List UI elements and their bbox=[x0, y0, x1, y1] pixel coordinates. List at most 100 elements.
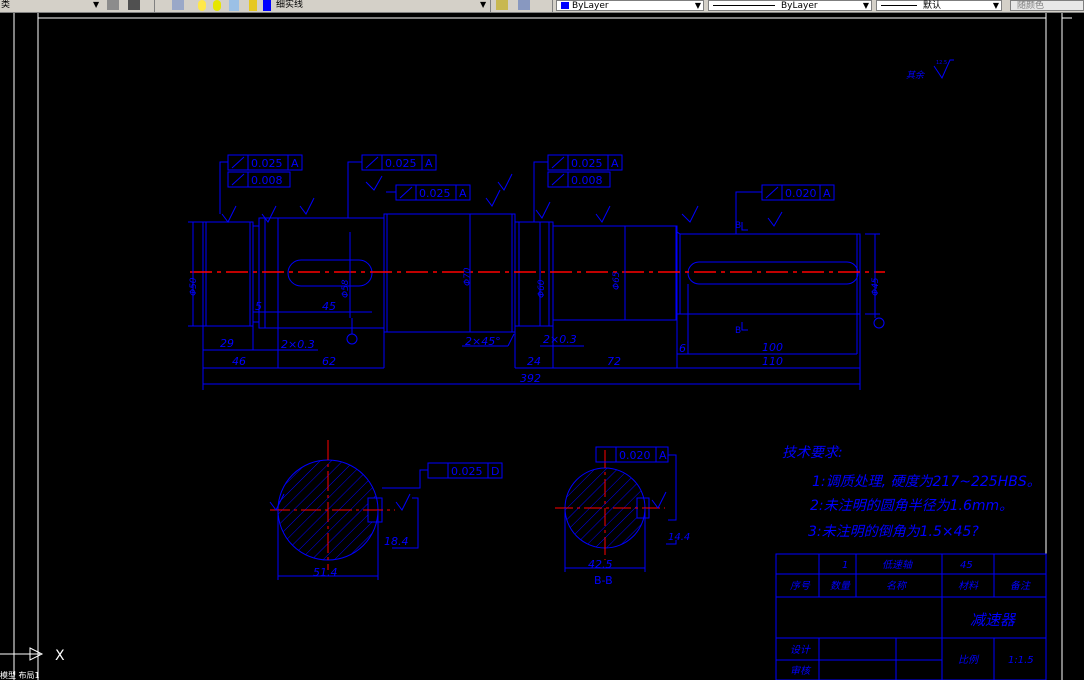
ucs-x-label: X bbox=[55, 648, 65, 664]
dropdown-arrow-icon: ▼ bbox=[862, 1, 869, 10]
gdt-runout-1-value: 0.025 bbox=[251, 157, 283, 170]
lineweight-control-dropdown[interactable]: 默认 ▼ bbox=[876, 0, 1002, 11]
dropdown-arrow-icon: ▼ bbox=[992, 1, 999, 10]
plotstyle-control-value: 随颜色 bbox=[1017, 1, 1045, 11]
layer-match-icon[interactable] bbox=[518, 0, 530, 10]
tb-qty: 1 bbox=[842, 560, 848, 571]
line-sample-icon bbox=[713, 5, 775, 6]
roughness-note-label: 其余 bbox=[906, 70, 925, 81]
gdt-cyl-2-value: 0.008 bbox=[571, 174, 603, 187]
dim-24: 24 bbox=[527, 355, 541, 368]
layer-on-bulb-icon[interactable] bbox=[198, 0, 206, 11]
tb-scale-label: 比例 bbox=[958, 654, 980, 666]
tech-line-3: 3:未注明的倒角为1.5×45? bbox=[808, 524, 979, 540]
tb-h-name: 名称 bbox=[886, 580, 908, 592]
tb-assembly-name: 减速器 bbox=[970, 611, 1017, 629]
tech-line-1: 1:调质处理, 硬度为217~225HBS。 bbox=[812, 474, 1041, 490]
tb-h-seq: 序号 bbox=[790, 580, 811, 592]
roughness-note: 其余 12.5 bbox=[906, 59, 954, 81]
dim-cs-c-width: 51.4 bbox=[313, 566, 338, 579]
gdt-runout-1-datum: A bbox=[291, 157, 299, 170]
gdt-sym-b-datum: A bbox=[659, 449, 667, 462]
tb-part-name: 低速轴 bbox=[882, 559, 913, 571]
properties-toolbar: 类 ▼ 细实线 ▼ ByLayer ▼ ByLayer ▼ 默认 ▼ 随颜色 bbox=[0, 0, 1084, 13]
dim-100: 100 bbox=[762, 341, 783, 354]
gdt-runout-4-datum: A bbox=[611, 157, 619, 170]
drawing-canvas[interactable]: 其余 12.5 29 46 5 45 2×0.3 62 2×45° 24 2×0… bbox=[0, 13, 1084, 680]
ucs-icon: X bbox=[0, 647, 65, 664]
layer-color-swatch-icon bbox=[263, 0, 271, 11]
shaft-segment-3 bbox=[383, 213, 516, 333]
tb-design-label: 设计 bbox=[790, 644, 811, 656]
gdt-runout-5-datum: A bbox=[823, 187, 831, 200]
dim-cs-b-key: 14.4 bbox=[668, 532, 690, 543]
tb-h-qty: 数量 bbox=[830, 580, 851, 592]
dim-72: 72 bbox=[607, 355, 621, 368]
section-b-label: B-B bbox=[594, 574, 613, 587]
dropdown-arrow-icon: ▼ bbox=[694, 1, 701, 10]
shaft-segment-4 bbox=[514, 221, 554, 327]
linetype-control-dropdown[interactable]: ByLayer ▼ bbox=[708, 0, 872, 11]
layer-states-icon[interactable] bbox=[107, 0, 119, 10]
drawing-area[interactable]: 其余 12.5 29 46 5 45 2×0.3 62 2×45° 24 2×0… bbox=[0, 13, 1084, 680]
tb-scale-value: 1:1.5 bbox=[1008, 655, 1034, 666]
dim-2x45: 2×45° bbox=[465, 335, 501, 348]
gdt-cyl-1-value: 0.008 bbox=[251, 174, 283, 187]
tb-h-material: 材料 bbox=[958, 580, 979, 592]
dim-cs-c-key: 18.4 bbox=[384, 535, 409, 548]
tb-check-label: 审核 bbox=[790, 665, 812, 677]
line-sample-icon bbox=[881, 5, 917, 6]
dropdown-arrow-icon[interactable]: ▼ bbox=[480, 0, 486, 11]
layer-previous-icon[interactable] bbox=[128, 0, 140, 10]
tb-material: 45 bbox=[960, 560, 973, 571]
dim-cs-b-width: 42.5 bbox=[588, 558, 613, 571]
dim-dia70: Φ70 bbox=[463, 267, 473, 286]
gdt-runout-3-datum: A bbox=[459, 187, 467, 200]
layer-name-text: 类 bbox=[1, 0, 11, 10]
make-current-layer-icon[interactable] bbox=[496, 0, 508, 10]
dim-2x03-a: 2×0.3 bbox=[281, 338, 315, 351]
dim-392: 392 bbox=[520, 372, 541, 385]
dim-29: 29 bbox=[220, 337, 234, 350]
gdt-runout-2-datum: A bbox=[425, 157, 433, 170]
freeze-sun-icon[interactable] bbox=[213, 0, 221, 11]
shaft-segment-1 bbox=[202, 221, 254, 327]
dim-dia65: Φ65 bbox=[612, 271, 622, 290]
color-control-dropdown[interactable]: ByLayer ▼ bbox=[556, 0, 704, 11]
tb-h-remark: 备注 bbox=[1010, 580, 1031, 592]
dim-62: 62 bbox=[322, 355, 336, 368]
linetype-control-value: ByLayer bbox=[781, 1, 818, 11]
dim-dia45: Φ45 bbox=[871, 277, 881, 296]
dim-46: 46 bbox=[232, 355, 246, 368]
dim-dia60: Φ60 bbox=[537, 279, 547, 298]
color-swatch-icon bbox=[561, 2, 569, 9]
gdt-runout-3-value: 0.025 bbox=[419, 187, 451, 200]
cross-section-b bbox=[555, 446, 677, 572]
color-control-value: ByLayer bbox=[572, 1, 609, 11]
plotstyle-control-dropdown[interactable]: 随颜色 bbox=[1010, 0, 1084, 11]
dim-dia50: Φ50 bbox=[189, 277, 199, 296]
shaft-main-view bbox=[202, 213, 861, 333]
dim-5: 5 bbox=[255, 300, 262, 313]
layer-name-dropdown[interactable]: 细实线 bbox=[276, 0, 303, 11]
dim-dia58: Φ58 bbox=[341, 279, 351, 298]
lock-icon[interactable] bbox=[249, 0, 257, 11]
tech-line-2: 2:未注明的圆角半径为1.6mm。 bbox=[810, 498, 1013, 514]
viewport-freeze-icon[interactable] bbox=[229, 0, 239, 11]
keyway-2 bbox=[687, 261, 859, 285]
layer-manager-icon[interactable] bbox=[172, 0, 184, 10]
dim-110: 110 bbox=[762, 355, 783, 368]
gdt-runout-5-value: 0.020 bbox=[785, 187, 817, 200]
tech-title: 技术要求: bbox=[782, 445, 843, 461]
dim-45: 45 bbox=[322, 300, 336, 313]
dropdown-arrow-icon[interactable]: ▼ bbox=[93, 0, 99, 11]
gdt-runout-4-value: 0.025 bbox=[571, 157, 603, 170]
gdt-sym-c-datum: D bbox=[491, 465, 499, 478]
gdt-runout-2-value: 0.025 bbox=[385, 157, 417, 170]
shaft-segment-6 bbox=[679, 233, 861, 315]
gdt-symbol-icons bbox=[231, 156, 779, 199]
datum-markers bbox=[346, 314, 885, 345]
dim-2x03-b: 2×0.3 bbox=[543, 333, 577, 346]
layout-tabs[interactable]: 模型 布局1 bbox=[0, 672, 140, 680]
dim-6: 6 bbox=[679, 342, 686, 355]
